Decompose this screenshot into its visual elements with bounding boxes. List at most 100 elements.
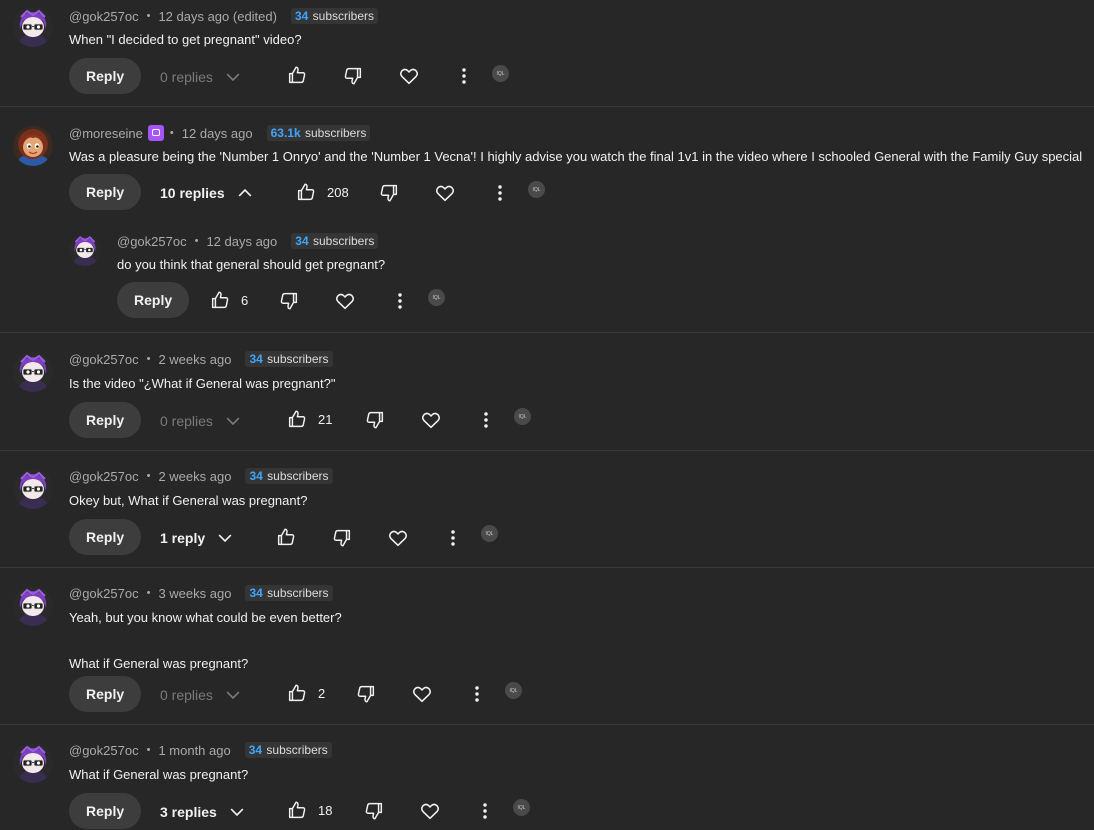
timestamp[interactable]: 1 month ago [158,743,230,758]
like-button[interactable]: 21 [286,408,332,430]
dislike-button[interactable] [355,683,377,705]
timestamp[interactable]: 3 weeks ago [158,586,231,601]
comment-meta: @gok257oc • 2 weeks ago 34 subscribers [69,351,333,367]
reply-button[interactable]: Reply [117,282,190,318]
avatar[interactable] [13,469,53,509]
reply-meta: @gok257oc • 12 days ago 34 subscribers [117,233,379,249]
more-options-button[interactable] [466,683,488,705]
thumb-up-icon [286,64,308,86]
more-options-button[interactable] [474,800,496,822]
more-options-button[interactable] [475,409,497,431]
dislike-button[interactable] [331,527,353,549]
author-name[interactable]: @gok257oc [117,234,187,249]
like-button[interactable]: 6 [209,289,248,311]
author-name[interactable]: @gok257oc [69,469,139,484]
more-vert-icon [489,182,511,204]
more-options-button[interactable] [442,527,464,549]
author-name[interactable]: @gok257oc [69,586,139,601]
subscriber-label: subscribers [267,352,329,366]
heart-button[interactable] [334,290,356,312]
author-name[interactable]: @gok257oc [69,9,139,24]
avatar[interactable] [13,352,53,392]
extension-icon[interactable]: IQL [481,525,498,542]
replies-toggle[interactable]: 0 replies [160,67,243,87]
replies-toggle[interactable]: 3 replies [160,802,247,822]
like-button[interactable]: 208 [295,181,349,203]
extension-icon[interactable]: IQL [513,799,530,816]
heart-button[interactable] [387,527,409,549]
timestamp[interactable]: 2 weeks ago [158,352,231,367]
like-count: 2 [318,685,326,701]
subscriber-count: 34 [249,469,263,483]
comment-text: When "I decided to get pregnant" video? [69,32,302,47]
heart-button[interactable] [419,800,441,822]
extension-icon[interactable]: IQL [505,682,522,699]
more-options-button[interactable] [389,290,411,312]
dislike-button[interactable] [342,65,364,87]
heart-button[interactable] [411,683,433,705]
like-button[interactable] [286,64,308,86]
heart-button[interactable] [434,182,456,204]
avatar[interactable] [13,126,53,166]
thumb-down-icon [363,800,385,822]
like-count: 208 [327,184,349,200]
replies-toggle[interactable]: 0 replies [160,411,243,431]
comment-text: Yeah, but you know what could be even be… [69,610,342,671]
timestamp[interactable]: 12 days ago [206,234,277,249]
heart-icon [411,683,433,705]
timestamp[interactable]: 2 weeks ago [158,469,231,484]
heart-icon [434,182,456,204]
replies-count: 10 replies [160,185,225,201]
dislike-button[interactable] [378,182,400,204]
heart-button[interactable] [398,65,420,87]
reply-button[interactable]: Reply [69,793,142,829]
extension-icon[interactable]: IQL [492,65,509,82]
comment-thread: @gok257oc • 12 days ago (edited) 34 subs… [0,0,1094,107]
more-options-button[interactable] [489,182,511,204]
heart-icon [419,800,441,822]
reply-avatar[interactable] [69,234,101,266]
reply-button[interactable]: Reply [69,676,142,712]
reply-button[interactable]: Reply [69,58,142,94]
author-name[interactable]: @gok257oc [69,743,139,758]
author-name[interactable]: @moreseine [69,126,143,141]
comment-text: Is the video "¿What if General was pregn… [69,376,336,391]
extension-icon[interactable]: IQL [428,289,445,306]
thumb-up-icon [209,289,231,311]
extension-icon[interactable]: IQL [514,408,531,425]
like-button[interactable]: 2 [286,682,325,704]
heart-button[interactable] [420,409,442,431]
thumb-up-icon [275,526,297,548]
chevron-up-icon [235,183,255,203]
separator-dot: • [169,127,174,139]
replies-toggle[interactable]: 10 replies [160,183,255,203]
author-name[interactable]: @gok257oc [69,352,139,367]
thumb-up-icon [286,408,308,430]
subscriber-badge: 34 subscribers [245,585,333,601]
like-button[interactable]: 18 [286,799,332,821]
replies-toggle[interactable]: 0 replies [160,685,243,705]
timestamp[interactable]: 12 days ago [182,126,253,141]
timestamp[interactable]: 12 days ago (edited) [158,9,277,24]
avatar[interactable] [13,586,53,626]
reply-button[interactable]: Reply [69,174,142,210]
extension-icon[interactable]: IQL [528,181,545,198]
like-count: 6 [241,292,249,308]
replies-toggle[interactable]: 1 reply [160,528,235,548]
dislike-button[interactable] [363,800,385,822]
like-button[interactable] [275,526,297,548]
comment-text: What if General was pregnant? [69,767,249,782]
thumb-up-icon [286,682,308,704]
dislike-button[interactable] [278,290,300,312]
subscriber-badge: 34 subscribers [244,742,332,758]
reply-button[interactable]: Reply [69,402,142,438]
dislike-button[interactable] [364,409,386,431]
subscriber-count: 34 [249,352,263,366]
subscriber-badge: 34 subscribers [290,8,379,24]
membership-badge-icon [147,125,164,141]
avatar[interactable] [13,7,53,47]
reply-button[interactable]: Reply [69,519,142,555]
avatar[interactable] [13,743,53,783]
more-options-button[interactable] [453,65,475,87]
subscriber-count: 34 [249,586,263,600]
